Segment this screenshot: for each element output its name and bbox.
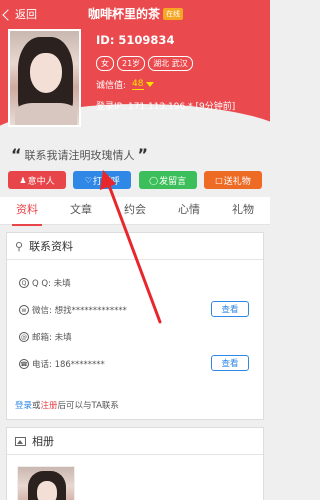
album-header: 相册 bbox=[7, 428, 263, 455]
heart-icon: ♡ bbox=[84, 175, 92, 185]
gender-tag: 女 bbox=[96, 56, 114, 71]
footer-or: 或 bbox=[32, 401, 41, 411]
avatar-body bbox=[15, 103, 77, 125]
qq-icon: Q bbox=[19, 278, 29, 288]
gift-label: 送礼物 bbox=[223, 176, 251, 187]
contact-row-qq: Q Q Q: 未填 bbox=[19, 277, 71, 289]
login-ip: 登录IP: 171.113.196.* [9分钟前] bbox=[96, 102, 236, 112]
wechat-icon: w bbox=[19, 305, 29, 315]
avatar[interactable] bbox=[8, 29, 81, 127]
register-link[interactable]: 注册 bbox=[41, 401, 58, 411]
online-badge: 在线 bbox=[163, 8, 183, 20]
contact-card-title: 联系资料 bbox=[29, 240, 74, 253]
wechat-text: 微信: 想找************* bbox=[32, 306, 127, 316]
page-title: 咖啡杯里的茶 bbox=[88, 7, 161, 21]
login-link[interactable]: 登录 bbox=[15, 401, 32, 411]
contact-card-header: ⚲ 联系资料 bbox=[7, 233, 263, 260]
action-bar: ♟ 意中人 ♡ 打招呼 ◯ 发留言 □ 送礼物 bbox=[8, 171, 262, 189]
album-card: 相册 bbox=[6, 427, 264, 500]
footer-tail: 后可以与TA联系 bbox=[57, 401, 119, 411]
contact-row-email: @ 邮箱: 未填 bbox=[19, 331, 72, 343]
email-text: 邮箱: 未填 bbox=[32, 333, 72, 343]
chat-icon: ◯ bbox=[149, 175, 159, 185]
tab-dates[interactable]: 约会 bbox=[124, 201, 146, 221]
avatar-face bbox=[30, 53, 62, 93]
gift-icon: □ bbox=[215, 175, 223, 185]
greet-button[interactable]: ♡ 打招呼 bbox=[73, 171, 132, 189]
favorite-button[interactable]: ♟ 意中人 bbox=[8, 171, 66, 189]
album-thumbnail[interactable] bbox=[17, 466, 75, 500]
view-wechat-button[interactable]: 查看 bbox=[211, 301, 249, 317]
person-icon: ♟ bbox=[19, 175, 27, 185]
tab-profile[interactable]: 资料 bbox=[12, 201, 42, 226]
profile-tabs: 资料 文章 约会 心情 礼物 bbox=[0, 197, 270, 226]
tab-articles[interactable]: 文章 bbox=[70, 201, 92, 221]
phone-icon: ☎ bbox=[19, 359, 29, 369]
message-button[interactable]: ◯ 发留言 bbox=[138, 171, 197, 189]
close-quote-icon: ” bbox=[137, 145, 149, 164]
tab-moods[interactable]: 心情 bbox=[178, 201, 200, 221]
slogan-text: 联系我请注明玫瑰情人 bbox=[24, 149, 135, 162]
user-id: ID: 5109834 bbox=[96, 33, 175, 47]
greet-label: 打招呼 bbox=[92, 176, 120, 187]
view-phone-button[interactable]: 查看 bbox=[211, 355, 249, 371]
credit-score: 诚信值: 48 bbox=[96, 78, 154, 91]
back-label: 返回 bbox=[15, 8, 37, 21]
chevron-left-icon bbox=[2, 8, 14, 21]
message-label: 发留言 bbox=[159, 176, 187, 187]
gift-button[interactable]: □ 送礼物 bbox=[203, 171, 262, 189]
age-tag: 21岁 bbox=[117, 56, 146, 71]
slogan: “ 联系我请注明玫瑰情人 ” bbox=[8, 147, 151, 163]
album-title: 相册 bbox=[32, 435, 54, 448]
open-quote-icon: “ bbox=[11, 145, 22, 164]
profile-tags: 女 21岁 湖北 武汉 bbox=[96, 56, 193, 71]
tab-gifts[interactable]: 礼物 bbox=[232, 201, 254, 221]
caret-down-icon[interactable] bbox=[145, 82, 154, 87]
thumb-face bbox=[37, 481, 57, 500]
favorite-label: 意中人 bbox=[27, 176, 55, 187]
qq-text: Q Q: 未填 bbox=[32, 279, 71, 289]
location-tag: 湖北 武汉 bbox=[148, 56, 193, 71]
back-button[interactable]: 返回 bbox=[2, 6, 37, 22]
email-icon: @ bbox=[19, 332, 29, 342]
contact-footer: 登录或注册后可以与TA联系 bbox=[15, 399, 119, 411]
contact-row-wechat: w 微信: 想找************* bbox=[19, 304, 127, 316]
contact-row-phone: ☎ 电话: 186******** bbox=[19, 358, 105, 370]
credit-label: 诚信值: bbox=[96, 81, 127, 91]
phone-text: 电话: 186******** bbox=[32, 360, 105, 370]
contact-card: ⚲ 联系资料 Q Q Q: 未填 w 微信: 想找************* 查… bbox=[6, 232, 264, 420]
picture-icon bbox=[15, 436, 26, 446]
link-icon: ⚲ bbox=[15, 239, 24, 253]
credit-value[interactable]: 48 bbox=[132, 79, 144, 90]
